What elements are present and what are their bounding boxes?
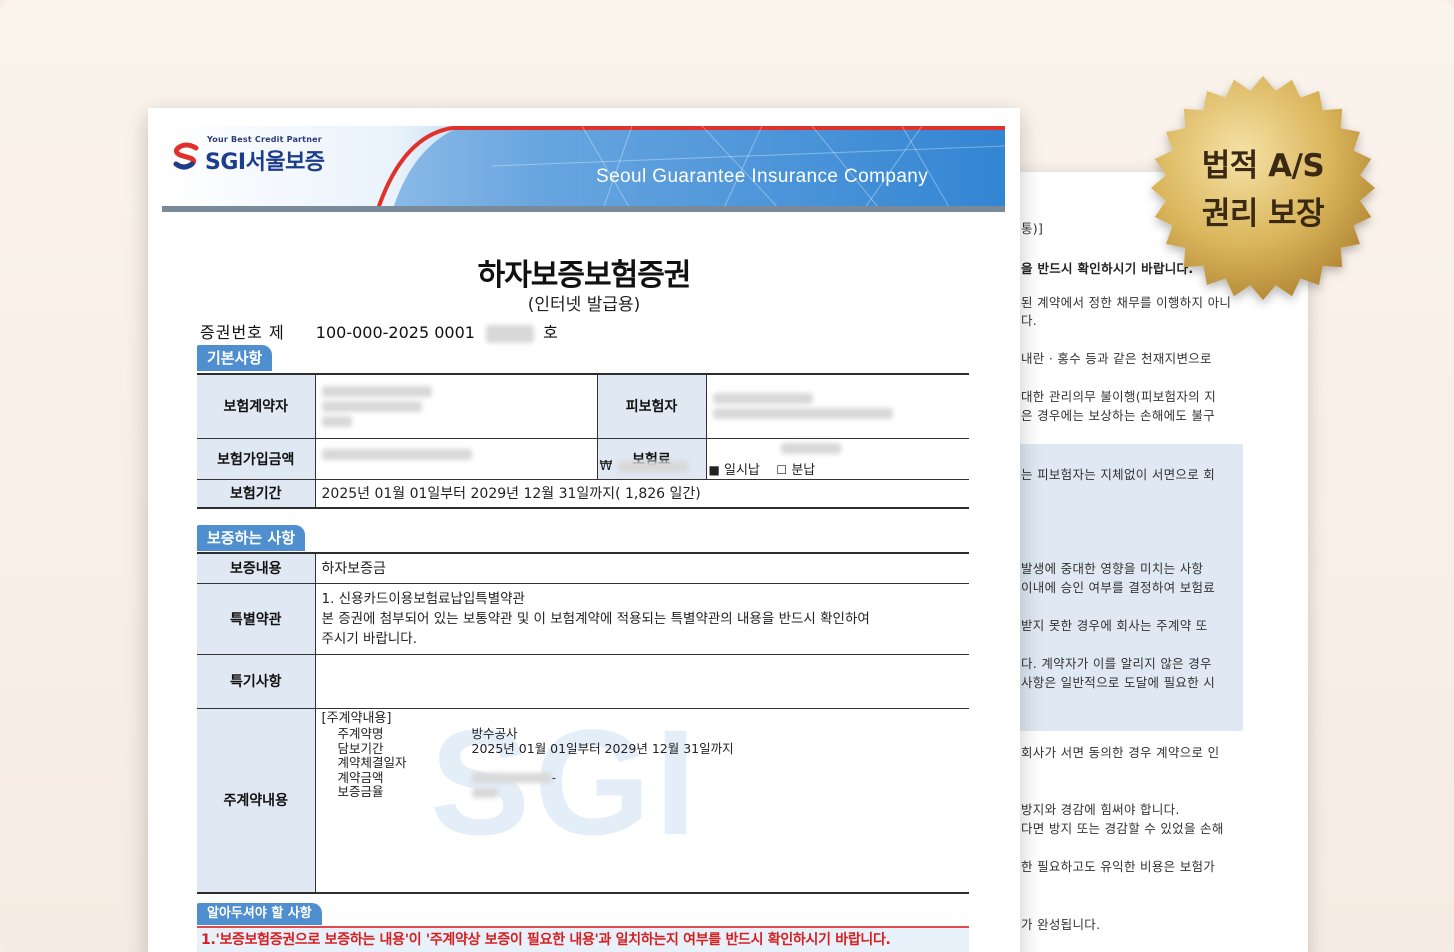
redacted-value xyxy=(617,460,688,472)
basic-section-tag: 기본사항 xyxy=(197,345,273,371)
back-text-line: 다. xyxy=(1021,313,1038,328)
back-text-line: 회사가 서면 동의한 경우 계약으로 인 xyxy=(1021,745,1220,760)
badge-text: 법적 A/S 권리 보장 xyxy=(1143,142,1383,238)
amount-dash: - xyxy=(551,769,557,785)
main-contract-field: 담보기간 2025년 01월 01일부터 2029년 12월 31일까지 xyxy=(337,740,964,757)
special-terms-label: 특별약관 xyxy=(197,583,316,655)
redacted-value xyxy=(471,773,552,783)
back-text-line: 발생에 중대한 영향을 미치는 사항 xyxy=(1021,561,1204,576)
period-value: 2025년 01월 01일부터 2029년 12월 31일까지( 1,826 일… xyxy=(315,479,969,509)
lump-sum-checkbox: ■ xyxy=(708,462,720,477)
main-contract-field: 주계약명 방수공사 xyxy=(337,726,964,742)
special-terms-line: 1. 신용카드이용보험료납입특별약관 xyxy=(321,590,525,607)
field-value: 방수공사 xyxy=(471,726,518,741)
redacted-value xyxy=(712,408,893,420)
insured-value xyxy=(706,373,969,439)
legal-guarantee-badge: 법적 A/S 권리 보장 xyxy=(1143,70,1383,310)
certificate-number: 100-000-2025 0001 xyxy=(315,323,475,342)
table-row: 주계약내용 [주계약내용] 주계약명 방수공사담보기간 2025년 01월 01일부… xyxy=(197,708,969,894)
field-label: 보증금율 xyxy=(337,784,384,799)
banner-tagline: Your Best Credit Partner xyxy=(207,135,322,144)
certificate-suffix: 호 xyxy=(543,323,558,342)
insured-amount-label: 보험가입금액 xyxy=(197,438,316,480)
currency-symbol: ₩ xyxy=(599,458,613,474)
redacted-value xyxy=(321,415,352,427)
content-label: 보증내용 xyxy=(197,552,316,584)
field-label: 주계약명 xyxy=(337,726,384,741)
insured-amount-value: ₩ xyxy=(315,438,688,480)
badge-line-2: 권리 보장 xyxy=(1201,196,1325,232)
back-text-line: 는 피보험자는 지체없이 서면으로 회 xyxy=(1021,467,1216,482)
main-contract-value: [주계약내용] 주계약명 방수공사담보기간 2025년 01월 01일부터 2029… xyxy=(315,708,969,894)
installment-checkbox: ☐ xyxy=(776,462,788,477)
back-text-line: 방지와 경감에 힘써야 합니다. xyxy=(1021,802,1180,817)
redacted-value xyxy=(486,324,535,343)
main-contract-field: 계약체결일자 xyxy=(337,755,964,771)
notice-section-tag: 알아두셔야 할 사항 xyxy=(197,903,322,925)
sgi-logo-icon xyxy=(173,142,199,170)
main-contract-label: 주계약내용 xyxy=(197,708,316,894)
special-terms-value: 1. 신용카드이용보험료납입특별약관 본 증권에 첨부되어 있는 보통약관 및 … xyxy=(315,583,969,655)
field-label: 계약체결일자 xyxy=(337,755,407,770)
installment-label: 분납 xyxy=(791,462,816,478)
policyholder-value xyxy=(315,373,598,439)
back-text-line: 통)] xyxy=(1021,221,1044,236)
redacted-value xyxy=(471,787,498,798)
back-text-line: 사항은 일반적으로 도달에 필요한 시 xyxy=(1021,675,1216,690)
table-row: 보험기간 2025년 01월 01일부터 2029년 12월 31일까지( 1,… xyxy=(197,479,969,509)
redacted-value xyxy=(321,385,432,397)
field-label: 담보기간 xyxy=(337,740,384,756)
back-text-line: 대한 관리의무 불이행(피보험자의 지 xyxy=(1021,389,1216,404)
field-value: - xyxy=(471,769,557,786)
redacted-value xyxy=(780,442,841,454)
guarantee-certificate-page: Your Best Credit Partner SGI서울보증 Seoul G… xyxy=(148,108,1020,952)
lump-sum-label: 일시납 xyxy=(723,462,760,478)
special-terms-line: 주시기 바랍니다. xyxy=(321,630,418,647)
document-title: 하자보증보험증권 xyxy=(477,258,692,293)
back-text-line: 한 필요하고도 유익한 비용은 보험가 xyxy=(1021,859,1216,874)
back-text-line: 다면 방지 또는 경감할 수 있었을 손해 xyxy=(1021,821,1224,836)
coverage-table: 보증내용 하자보증금 특별약관 1. 신용카드이용보험료납입특별약관 본 증권에… xyxy=(197,552,969,894)
back-text-line: 은 경우에는 보상하는 손해에도 불구 xyxy=(1021,408,1216,423)
premium-value: ■ 일시납 ☐ 분납 xyxy=(706,438,969,480)
main-contract-field: 보증금율 xyxy=(337,784,964,800)
special-terms-line: 본 증권에 첨부되어 있는 보통약관 및 이 보험계약에 적용되는 특별약관의 … xyxy=(321,610,870,627)
back-text-line: 다. 계약자가 이를 알리지 않은 경우 xyxy=(1021,656,1212,671)
basic-info-table: 보험계약자 피보험자 보험가입금액 ₩ 보험료 ■ 일시납 ☐ 분납 보험기간 … xyxy=(197,373,969,509)
document-subtitle: (인터넷 발급용) xyxy=(527,295,641,315)
banner-english-name: Seoul Guarantee Insurance Company xyxy=(596,166,929,187)
table-row: 보험가입금액 ₩ 보험료 ■ 일시납 ☐ 분납 xyxy=(197,438,969,480)
back-text-line: 가 완성됩니다. xyxy=(1021,917,1101,932)
main-contract-header: [주계약내용] xyxy=(321,710,392,726)
table-row: 특기사항 xyxy=(197,654,969,709)
redacted-value xyxy=(321,400,422,412)
special-notes-value xyxy=(315,654,969,709)
back-text-line: 받지 못한 경우에 회사는 주계약 또 xyxy=(1021,618,1208,633)
content-value: 하자보증금 xyxy=(315,552,969,584)
certificate-label: 증권번호 제 xyxy=(200,323,285,342)
back-text-line: 이내에 승인 여부를 결정하여 보험료 xyxy=(1021,580,1216,595)
payment-options: ■ 일시납 ☐ 분납 xyxy=(709,459,816,478)
badge-line-1: 법적 A/S xyxy=(1201,148,1325,184)
coverage-section-tag: 보증하는 사항 xyxy=(197,525,306,551)
insured-label: 피보험자 xyxy=(597,373,707,439)
field-value xyxy=(471,785,498,800)
policyholder-label: 보험계약자 xyxy=(197,373,316,439)
special-notes-label: 특기사항 xyxy=(197,654,316,709)
table-row: 특별약관 1. 신용카드이용보험료납입특별약관 본 증권에 첨부되어 있는 보통… xyxy=(197,583,969,655)
main-contract-field: 계약금액 - xyxy=(337,769,964,786)
premium-label: 보험료 xyxy=(597,438,707,480)
notice-text: 1.'보증보험증권으로 보증하는 내용'이 '주계약상 보증이 필요한 내용'과… xyxy=(197,926,969,952)
field-value: 2025년 01월 01일부터 2029년 12월 31일까지 xyxy=(471,740,734,756)
period-label: 보험기간 xyxy=(197,479,316,509)
table-row: 보증내용 하자보증금 xyxy=(197,552,969,584)
redacted-value xyxy=(321,449,472,460)
banner-logo-text: SGI서울보증 xyxy=(205,150,325,175)
back-text-line: 내란 · 홍수 등과 같은 천재지변으로 xyxy=(1021,351,1212,366)
table-row: 보험계약자 피보험자 xyxy=(197,373,969,439)
certificate-number-line: 증권번호 제 100-000-2025 0001 호 xyxy=(200,319,558,343)
redacted-value xyxy=(712,393,813,405)
field-label: 계약금액 xyxy=(337,769,384,785)
